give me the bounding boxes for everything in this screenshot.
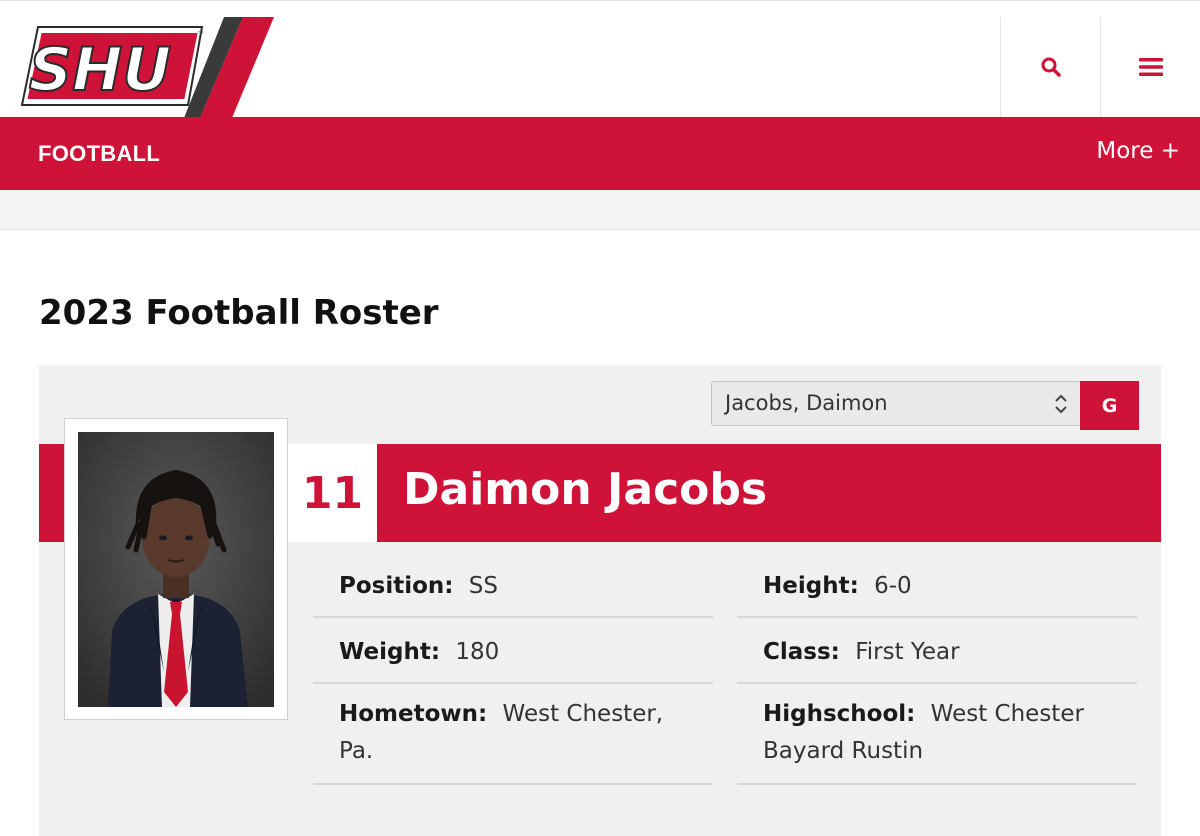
svg-text:™: ™	[197, 30, 205, 39]
more-menu-toggle[interactable]: More +	[1096, 138, 1180, 164]
stat-class-label: Class:	[763, 639, 840, 665]
stat-highschool-label: Highschool:	[763, 701, 916, 727]
stat-weight-label: Weight:	[339, 639, 441, 665]
sport-nav-bar: FOOTBALL More +	[0, 117, 1200, 190]
stat-weight-value: 180	[455, 639, 500, 665]
player-name: Daimon Jacobs	[403, 464, 768, 515]
stat-highschool: Highschool: West Chester Bayard Rustin	[737, 696, 1137, 785]
jersey-number: 11	[301, 467, 364, 519]
stat-height: Height: 6-0	[737, 566, 1137, 618]
search-button[interactable]	[1000, 17, 1100, 117]
jersey-number-box: 11	[288, 444, 377, 542]
sport-title[interactable]: FOOTBALL	[38, 141, 160, 167]
stat-position-label: Position:	[339, 573, 454, 599]
stat-hometown: Hometown: West Chester, Pa.	[313, 696, 713, 785]
player-select-value: Jacobs, Daimon	[725, 391, 888, 415]
stat-height-label: Height:	[763, 573, 859, 599]
shu-logo[interactable]: SHU ™	[0, 1, 280, 118]
stat-height-value: 6-0	[874, 573, 912, 599]
menu-button[interactable]	[1100, 17, 1200, 117]
logo-text: SHU	[29, 35, 171, 105]
nav-shadow-band	[0, 190, 1200, 230]
search-icon	[1041, 57, 1061, 77]
stat-class: Class: First Year	[737, 632, 1137, 684]
page-title: 2023 Football Roster	[39, 293, 439, 333]
player-photo	[78, 432, 274, 707]
go-button[interactable]: G	[1080, 381, 1139, 430]
shu-logo-graphic: SHU ™	[20, 17, 274, 118]
site-header: SHU ™	[0, 0, 1200, 118]
player-photo-frame	[64, 418, 288, 720]
stat-position: Position: SS	[313, 566, 713, 618]
stat-weight: Weight: 180	[313, 632, 713, 684]
player-select[interactable]: Jacobs, Daimon	[711, 381, 1081, 426]
stat-hometown-label: Hometown:	[339, 701, 488, 727]
hamburger-menu-icon	[1138, 58, 1163, 76]
stat-position-value: SS	[468, 573, 498, 599]
select-arrows-icon	[1055, 394, 1067, 414]
stat-class-value: First Year	[855, 639, 960, 665]
